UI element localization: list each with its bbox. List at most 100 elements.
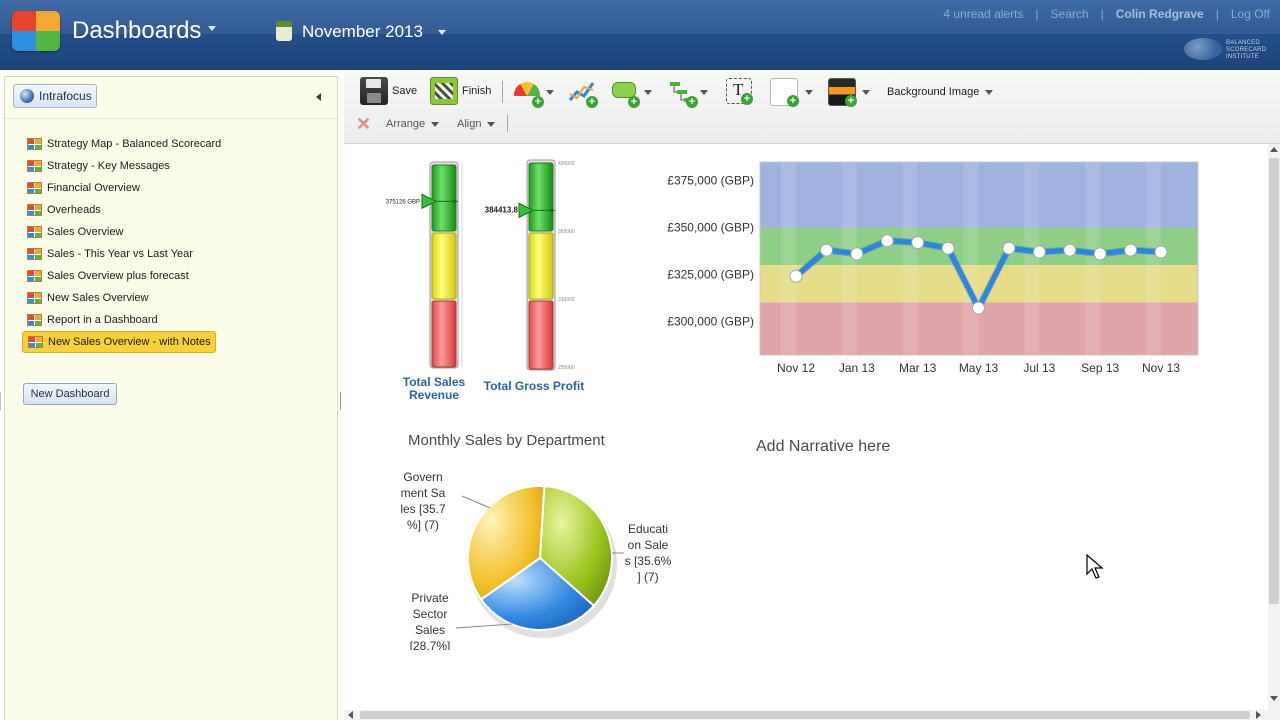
- add-hierarchy-button[interactable]: +: [668, 78, 708, 108]
- dashboard-list: Strategy Map - Balanced Scorecard Strateg…: [22, 133, 322, 353]
- hierarchy-icon: +: [668, 78, 698, 108]
- data-point: [941, 241, 955, 255]
- scroll-left-icon[interactable]: [348, 711, 353, 719]
- dashboard-item[interactable]: Report in a Dashboard: [22, 309, 322, 331]
- background-image-button[interactable]: Background Image: [887, 86, 994, 98]
- chart-column-highlight: [902, 162, 918, 355]
- vertical-scrollbar[interactable]: [1268, 144, 1280, 710]
- add-callout-chevron-down-icon: [644, 89, 652, 95]
- add-line-chart-button[interactable]: +: [568, 78, 598, 108]
- align-label: Align: [457, 118, 482, 130]
- horizontal-scroll-thumb[interactable]: [360, 711, 1250, 719]
- gauge-total-gross-profit[interactable]: 384413.8 420000 365000 310000 255000: [485, 159, 575, 371]
- dashboard-item-label: Overheads: [47, 204, 101, 216]
- delete-button[interactable]: ✕: [356, 114, 372, 134]
- save-button[interactable]: Save: [360, 77, 417, 105]
- arrange-label: Arrange: [386, 118, 426, 130]
- add-panel-button[interactable]: +: [770, 78, 813, 107]
- app-logo-icon[interactable]: [12, 11, 60, 51]
- logout-link[interactable]: Log Off: [1231, 7, 1270, 21]
- dashboard-item[interactable]: Sales Overview: [22, 221, 322, 243]
- organisation-button[interactable]: Intrafocus: [13, 84, 97, 108]
- dashboard-item[interactable]: Overheads: [22, 199, 322, 221]
- line-chart[interactable]: £375,000 (GBP) £350,000 (GBP) £325,000 (GB…: [667, 161, 1199, 375]
- data-point: [819, 243, 833, 257]
- finish-label: Finish: [462, 85, 492, 97]
- partner-logo: BALANCED SCORECARD INSTITUTE: [1184, 36, 1274, 64]
- partner-logo-icon: [1184, 38, 1222, 60]
- left-splitter[interactable]: [0, 392, 2, 410]
- gauge-band-red: [528, 300, 554, 370]
- pie-label-private-sector: Private Sector Sales [28.7%]: [409, 591, 451, 650]
- scroll-right-icon[interactable]: [1256, 711, 1261, 719]
- add-gauge-chevron-down-icon: [546, 89, 554, 95]
- arrange-menu[interactable]: Arrange: [386, 118, 440, 130]
- line-chart-icon: +: [568, 78, 598, 108]
- sidebar-splitter[interactable]: [340, 392, 342, 410]
- dashboard-icon: [27, 314, 42, 326]
- x-tick-label: May 13: [959, 361, 999, 375]
- dashboard-item[interactable]: New Sales Overview: [22, 287, 322, 309]
- delete-icon: ✕: [356, 114, 372, 134]
- top-links: 4 unread alerts | Search | Colin Redgrav…: [943, 7, 1270, 21]
- calendar-icon[interactable]: [276, 21, 292, 41]
- gauge-tick-label: 420000: [558, 161, 575, 167]
- background-image-chevron-down-icon: [985, 89, 994, 95]
- app-menu-chevron-down-icon[interactable]: [208, 26, 216, 31]
- period-selector[interactable]: November 2013: [302, 22, 423, 42]
- narrative-placeholder[interactable]: Add Narrative here: [756, 438, 890, 456]
- dashboard-item[interactable]: Sales Overview plus forecast: [22, 265, 322, 287]
- collapse-sidebar-icon[interactable]: [316, 93, 321, 101]
- gauge-tick-label: 365000: [558, 229, 575, 235]
- dashboard-item[interactable]: New Sales Overview - with Notes: [22, 331, 216, 353]
- app-title[interactable]: Dashboards: [72, 17, 201, 45]
- chart-column-highlight: [963, 162, 979, 355]
- chart-band: [760, 265, 1198, 303]
- add-callout-button[interactable]: +: [610, 78, 652, 108]
- scroll-down-icon[interactable]: [1270, 696, 1278, 701]
- add-image-button[interactable]: +: [828, 78, 870, 107]
- data-point: [1032, 245, 1046, 259]
- gauge-value-label: 384413.8: [485, 205, 519, 214]
- dashboard-item[interactable]: Sales - This Year vs Last Year: [22, 243, 322, 265]
- horizontal-scrollbar[interactable]: [344, 710, 1280, 720]
- vertical-scroll-thumb[interactable]: [1269, 158, 1279, 604]
- dashboard-canvas[interactable]: 375126 GBP 384413.8 420000 365000 310000 25…: [344, 144, 1268, 710]
- scroll-up-icon[interactable]: [1270, 147, 1278, 152]
- gauge-band-green: [528, 162, 554, 232]
- dashboard-item[interactable]: Strategy - Key Messages: [22, 155, 322, 177]
- gauge-2-title: Total Gross Profit: [483, 379, 585, 393]
- y-tick-label: £325,000 (GBP): [667, 267, 754, 281]
- user-name-link[interactable]: Colin Redgrave: [1116, 7, 1204, 21]
- period-chevron-down-icon[interactable]: [438, 30, 446, 35]
- text-box-icon: T +: [726, 78, 753, 105]
- align-menu[interactable]: Align: [457, 118, 496, 130]
- app-window: Dashboards November 2013 4 unread alerts…: [0, 0, 1280, 720]
- y-tick-label: £350,000 (GBP): [667, 221, 754, 235]
- dashboard-item[interactable]: Strategy Map - Balanced Scorecard: [22, 133, 322, 155]
- pie-chart[interactable]: [455, 485, 624, 638]
- gauge-band-red: [431, 300, 457, 368]
- dashboard-item[interactable]: Financial Overview: [22, 177, 322, 199]
- partner-logo-text: BALANCED SCORECARD INSTITUTE: [1226, 40, 1267, 60]
- new-dashboard-button[interactable]: New Dashboard: [23, 383, 117, 405]
- gauge-band-yellow: [431, 232, 457, 300]
- gauge-tick-labels: 420000 365000 310000 255000: [558, 161, 575, 371]
- x-tick-label: Jan 13: [839, 361, 875, 375]
- finish-button[interactable]: Finish: [430, 77, 491, 105]
- alerts-link[interactable]: 4 unread alerts: [943, 7, 1023, 21]
- add-text-button[interactable]: T +: [726, 78, 753, 105]
- add-image-chevron-down-icon: [862, 89, 870, 95]
- sidebar: Intrafocus Strategy Map - Balanced Score…: [4, 76, 338, 720]
- search-link[interactable]: Search: [1051, 7, 1089, 21]
- gauge-total-sales-revenue[interactable]: 375126 GBP: [386, 161, 463, 369]
- add-hierarchy-chevron-down-icon: [700, 89, 708, 95]
- gauge-tick-label: 255000: [558, 365, 575, 371]
- x-tick-label: Sep 13: [1081, 361, 1119, 375]
- speech-bubble-icon: +: [610, 78, 640, 108]
- dashboard-icon: [27, 270, 42, 282]
- add-gauge-button[interactable]: +: [514, 78, 554, 108]
- gauge-value-label: 375126 GBP: [386, 199, 420, 205]
- dashboard-item-label: New Sales Overview - with Notes: [48, 336, 211, 348]
- organisation-label: Intrafocus: [39, 89, 92, 103]
